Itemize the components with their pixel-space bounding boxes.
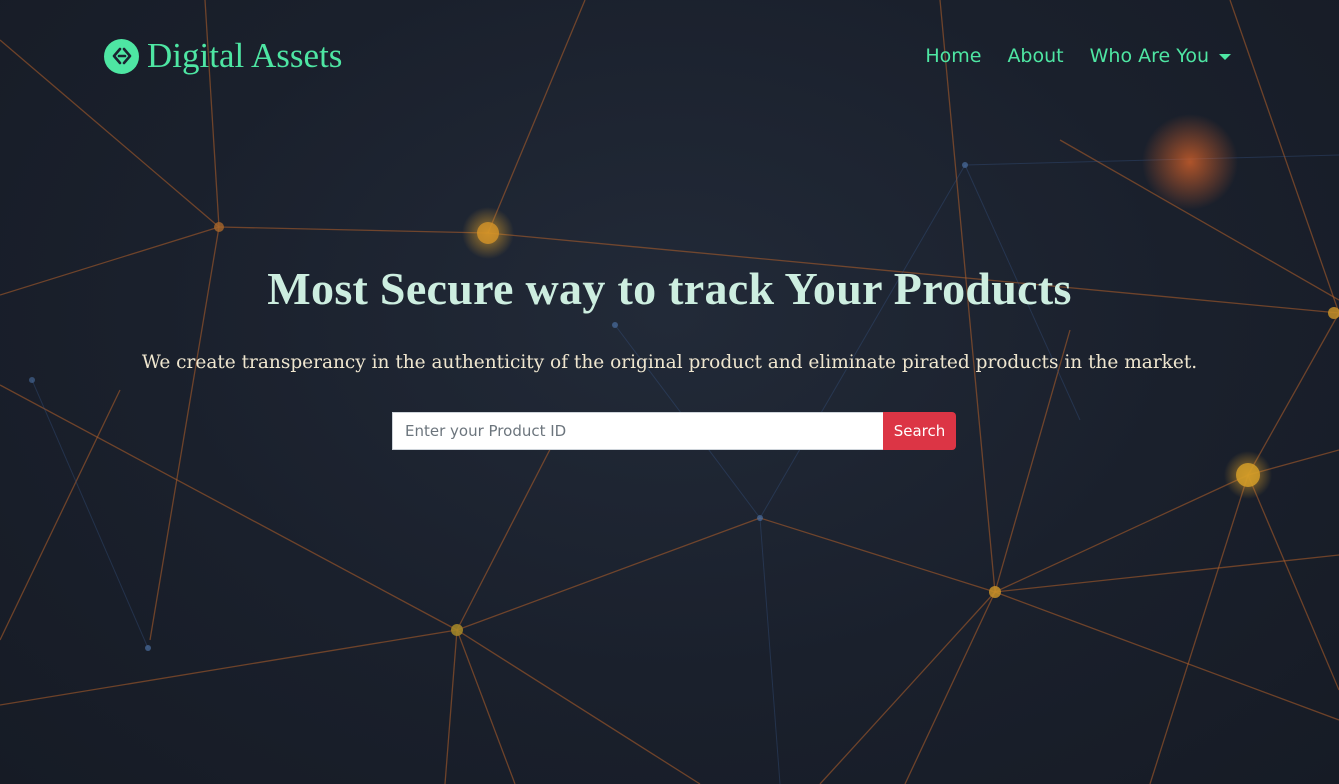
brand-link[interactable]: Digital Assets (104, 36, 342, 76)
nav-links: Home About Who Are You (899, 45, 1231, 67)
product-id-input[interactable] (392, 412, 883, 450)
search-button[interactable]: Search (883, 412, 956, 450)
network-background (0, 0, 1339, 784)
hero-title: Most Secure way to track Your Products (267, 263, 1072, 314)
nav-link-about[interactable]: About (1007, 45, 1063, 67)
product-search-form: Search (392, 412, 956, 450)
top-navbar: Digital Assets Home About Who Are You (0, 0, 1339, 116)
nav-link-home[interactable]: Home (925, 45, 981, 67)
network-lines-graphic (0, 0, 1339, 784)
hero-subtitle: We create transperancy in the authentici… (141, 352, 1198, 373)
nav-dropdown-label: Who Are You (1089, 45, 1209, 67)
diamond-link-icon (104, 38, 139, 74)
nav-dropdown-who-are-you[interactable]: Who Are You (1090, 45, 1231, 67)
brand-name: Digital Assets (147, 36, 343, 75)
caret-down-icon (1219, 54, 1231, 60)
